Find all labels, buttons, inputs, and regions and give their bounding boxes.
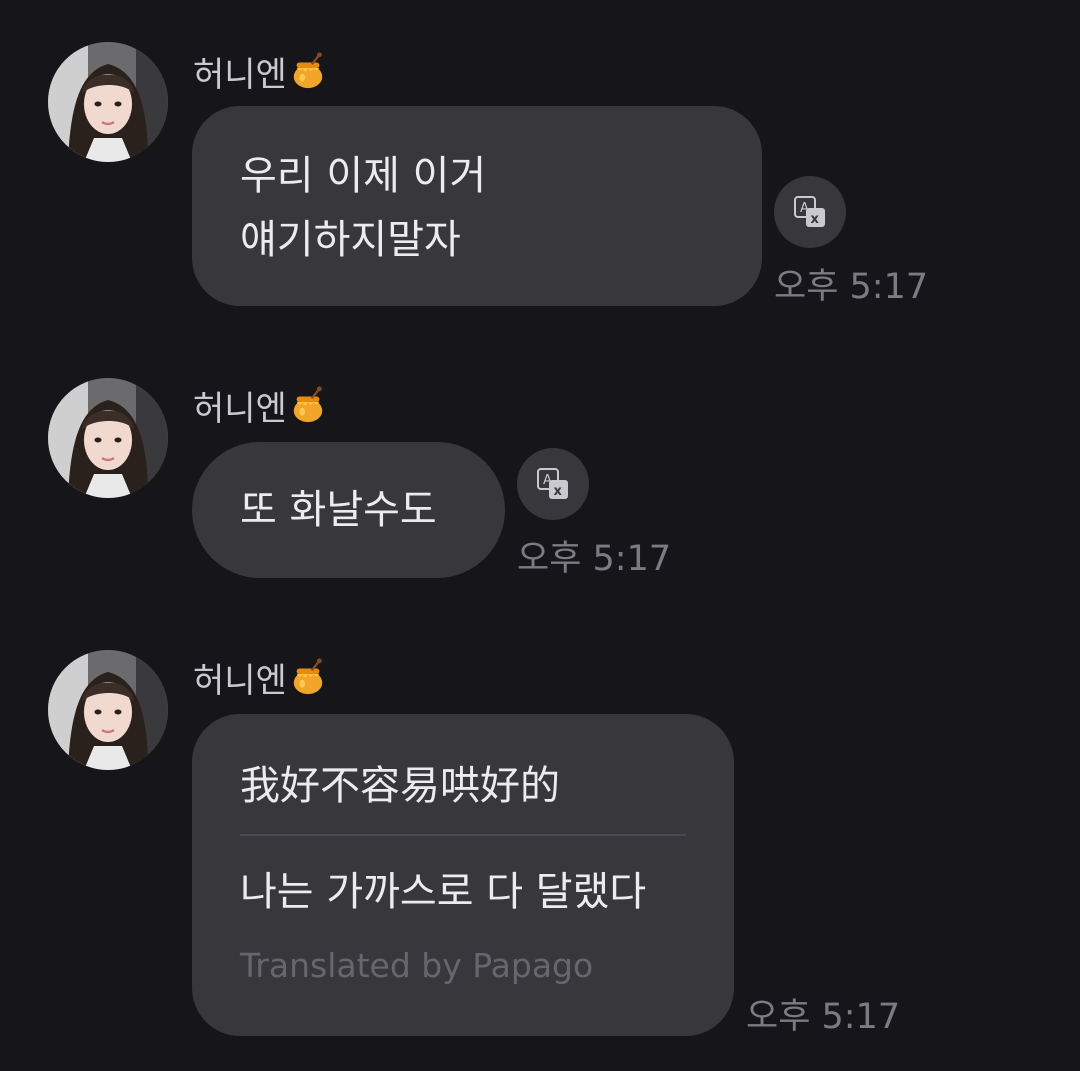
sender-name[interactable]: 허니엔 bbox=[193, 652, 327, 702]
translation-divider bbox=[240, 834, 686, 836]
timestamp: 오후 5:17 bbox=[746, 997, 901, 1037]
honey-pot-icon bbox=[289, 658, 327, 696]
original-text: 我好不容易哄好的 bbox=[240, 763, 560, 809]
translation-credit: Translated by Papago bbox=[240, 946, 594, 985]
message-3: 허니엔 我好不容易哄好的 나는 가까스로 다 달랬다 Translated by… bbox=[0, 0, 1080, 1071]
avatar[interactable] bbox=[48, 650, 168, 770]
translated-text: 나는 가까스로 다 달랬다 bbox=[240, 869, 647, 915]
translated-message-bubble[interactable]: 我好不容易哄好的 나는 가까스로 다 달랬다 Translated by Pap… bbox=[192, 714, 734, 1036]
sender-label: 허니엔 bbox=[193, 660, 287, 701]
